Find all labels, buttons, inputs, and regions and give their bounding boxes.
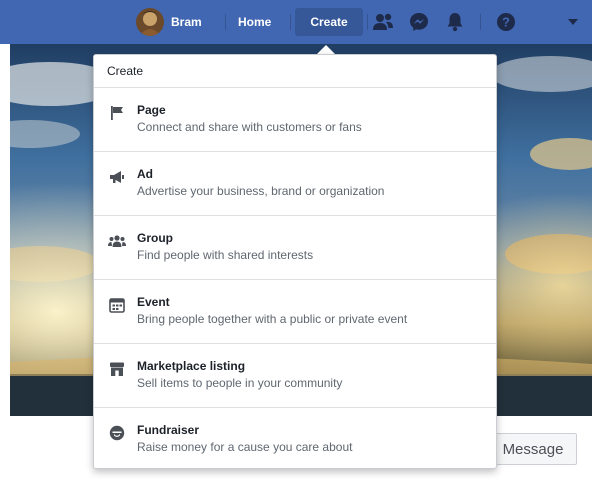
calendar-icon	[108, 296, 126, 314]
menu-item-title: Page	[137, 103, 166, 117]
profile-link[interactable]: Bram	[136, 8, 202, 36]
menu-item-page[interactable]: Page Connect and share with customers or…	[94, 88, 496, 152]
nav-divider	[367, 14, 368, 30]
menu-item-title: Marketplace listing	[137, 359, 246, 373]
svg-text:?: ?	[502, 15, 510, 30]
menu-item-title: Event	[137, 295, 170, 309]
help-icon[interactable]: ?	[494, 10, 518, 34]
messenger-icon[interactable]	[407, 10, 431, 34]
storefront-icon	[108, 360, 126, 378]
dropdown-caret	[317, 45, 335, 54]
nav-divider	[480, 14, 481, 30]
account-menu-chevron-icon[interactable]	[561, 10, 585, 34]
nav-divider	[290, 14, 291, 30]
friends-icon[interactable]	[371, 10, 395, 34]
menu-item-fundraiser[interactable]: Fundraiser Raise money for a cause you c…	[94, 408, 496, 472]
menu-item-title: Group	[137, 231, 173, 245]
menu-item-title: Ad	[137, 167, 153, 181]
menu-item-marketplace-listing[interactable]: Marketplace listing Sell items to people…	[94, 344, 496, 408]
notifications-icon[interactable]	[443, 10, 467, 34]
top-navigation-bar: Bram Home Create ?	[0, 0, 592, 44]
menu-item-description: Connect and share with customers or fans	[137, 120, 362, 134]
avatar	[136, 8, 164, 36]
menu-item-group[interactable]: Group Find people with shared interests	[94, 216, 496, 280]
home-link[interactable]: Home	[228, 8, 281, 36]
menu-item-title: Fundraiser	[137, 423, 200, 437]
menu-item-description: Advertise your business, brand or organi…	[137, 184, 385, 198]
flag-icon	[108, 104, 126, 122]
message-button[interactable]: Message	[489, 433, 577, 465]
profile-name: Bram	[171, 15, 202, 29]
fundraiser-icon	[108, 424, 126, 442]
menu-item-description: Bring people together with a public or p…	[137, 312, 408, 326]
menu-item-description: Raise money for a cause you care about	[137, 440, 353, 454]
megaphone-icon	[108, 168, 126, 186]
nav-divider	[225, 14, 226, 30]
group-icon	[108, 232, 126, 250]
menu-item-description: Find people with shared interests	[137, 248, 314, 262]
create-button[interactable]: Create	[295, 8, 363, 36]
menu-item-description: Sell items to people in your community	[137, 376, 343, 390]
dropdown-header: Create	[94, 55, 496, 88]
menu-item-ad[interactable]: Ad Advertise your business, brand or org…	[94, 152, 496, 216]
menu-item-event[interactable]: Event Bring people together with a publi…	[94, 280, 496, 344]
create-dropdown-menu: Create Page Connect and share with custo…	[93, 54, 497, 469]
